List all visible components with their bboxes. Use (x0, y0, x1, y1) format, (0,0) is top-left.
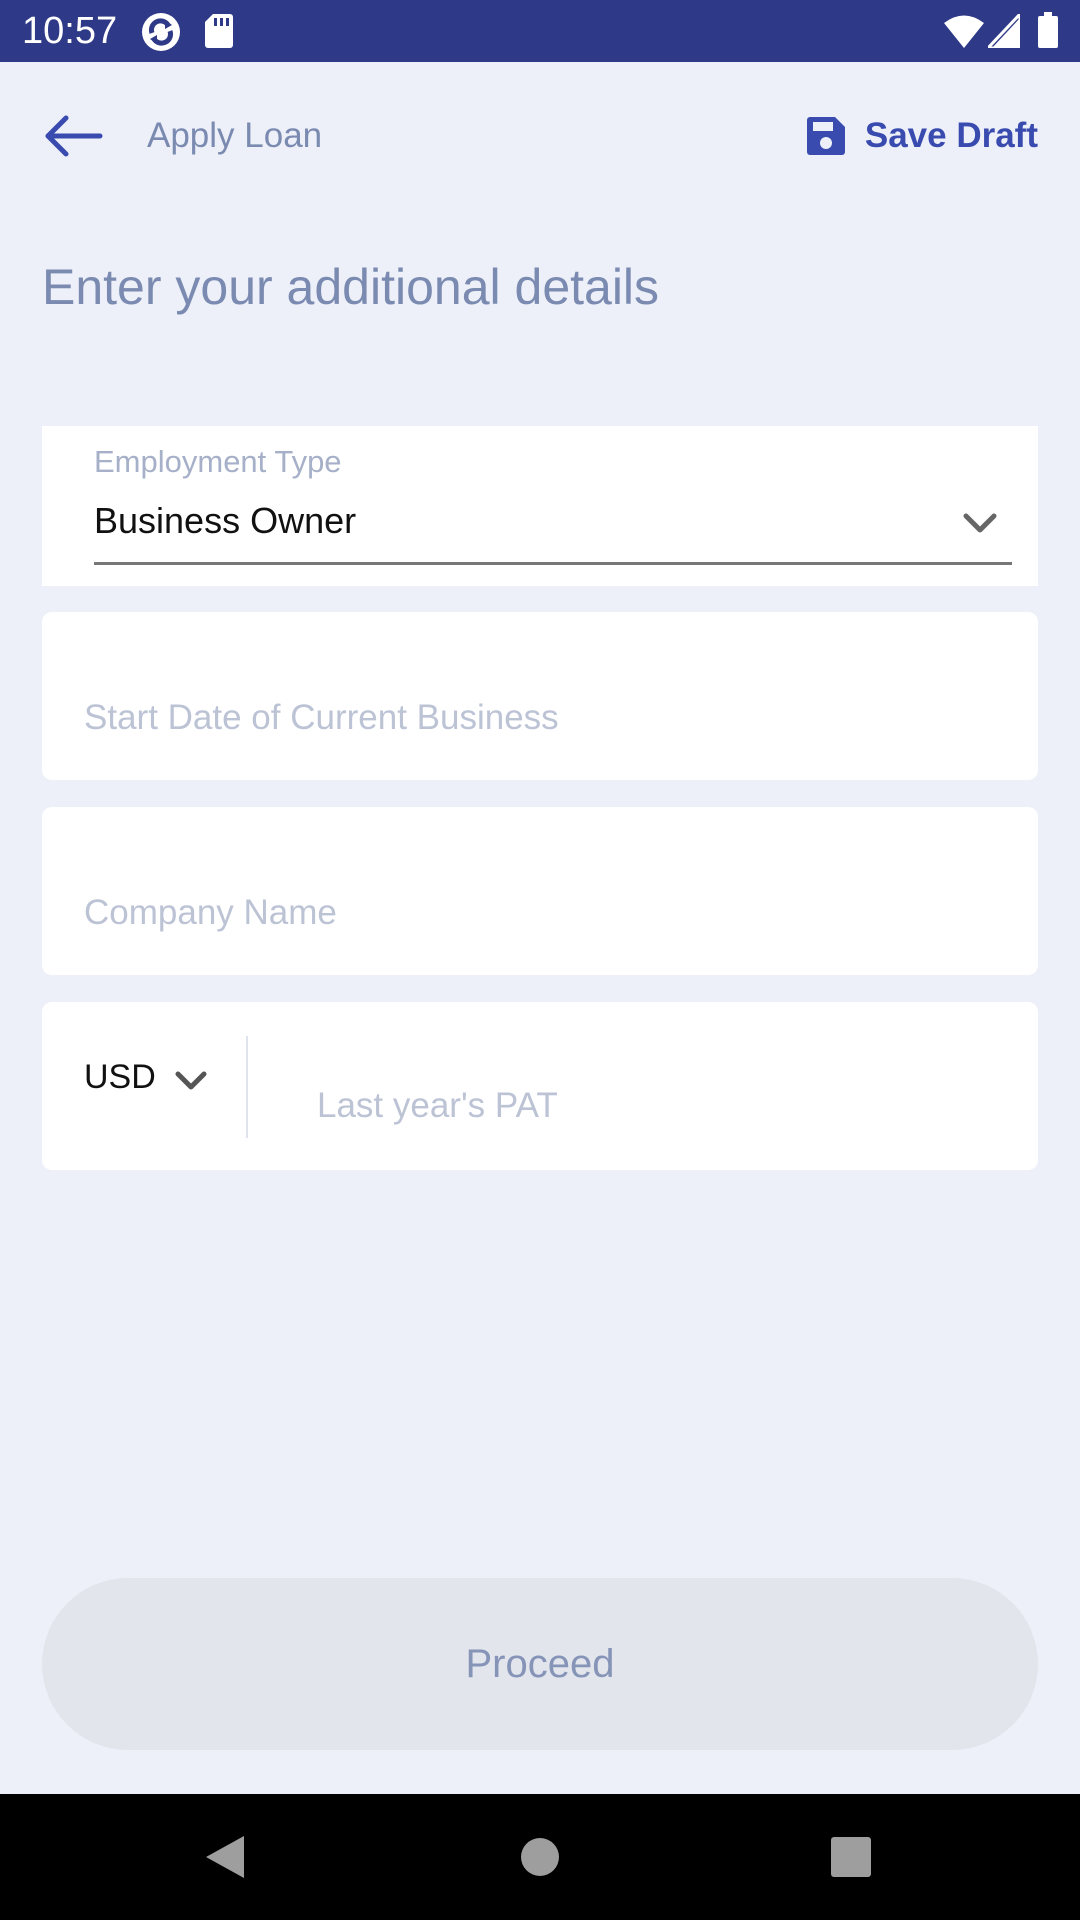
company-name-placeholder: Company Name (84, 893, 337, 932)
sd-card-icon (205, 14, 233, 53)
pat-input[interactable]: Last year's PAT (317, 1086, 558, 1126)
status-time: 10:57 (22, 10, 118, 52)
arrow-left-icon (45, 115, 103, 157)
company-name-field[interactable]: Company Name (42, 807, 1038, 975)
back-button[interactable] (36, 106, 116, 166)
back-triangle-icon[interactable] (204, 1834, 246, 1885)
currency-select[interactable]: USD (84, 1058, 208, 1097)
currency-value: USD (84, 1058, 156, 1096)
chevron-down-icon (175, 1071, 207, 1089)
wifi-icon (944, 14, 984, 53)
employment-type-select[interactable]: Employment Type Business Owner (42, 426, 1038, 586)
page-title: Enter your additional details (42, 259, 660, 315)
employment-type-label: Employment Type (94, 444, 342, 479)
currency-divider (246, 1036, 248, 1138)
start-date-field[interactable]: Start Date of Current Business (42, 612, 1038, 780)
save-draft-label: Save Draft (864, 116, 1038, 155)
screen: 10:57 Apply Loan Save Draft Enter your a… (0, 0, 1080, 1920)
status-bar: 10:57 (0, 0, 1080, 62)
save-draft-button[interactable]: Save Draft (806, 108, 1038, 164)
employment-type-underline (94, 562, 1012, 565)
system-nav-bar (0, 1794, 1080, 1920)
floppy-disk-icon (806, 117, 845, 155)
signal-icon (984, 10, 1022, 53)
recents-square-icon[interactable] (830, 1836, 872, 1883)
header-title: Apply Loan (147, 116, 323, 155)
start-date-placeholder: Start Date of Current Business (84, 698, 559, 737)
home-circle-icon[interactable] (519, 1836, 561, 1883)
employment-type-value: Business Owner (94, 500, 357, 541)
chevron-down-icon (962, 512, 998, 541)
proceed-button[interactable]: Proceed (42, 1578, 1038, 1750)
battery-icon (1038, 12, 1058, 53)
sync-icon (140, 11, 182, 58)
pat-field-card: USD Last year's PAT (42, 1002, 1038, 1170)
